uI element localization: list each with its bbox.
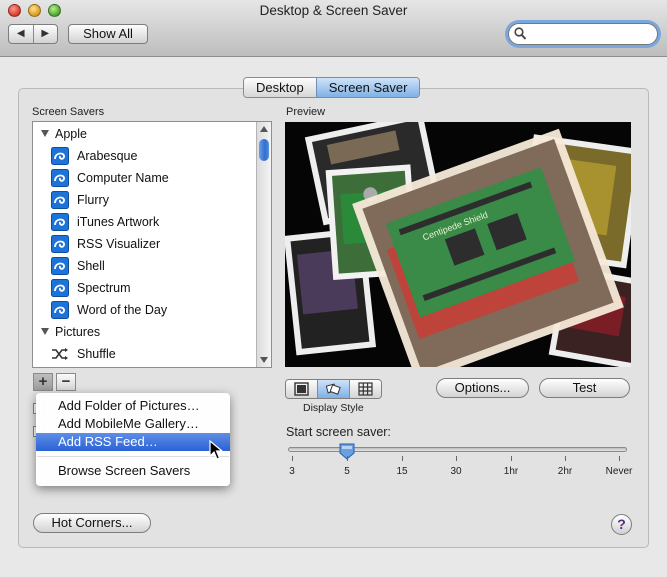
screen-saver-icon [51,300,69,319]
list-item[interactable]: Arabesque [33,145,271,167]
window-title: Desktop & Screen Saver [259,3,408,18]
list-scrollbar[interactable] [256,122,271,367]
slider-tick-label: 1hr [503,466,519,477]
tab-screen-saver[interactable]: Screen Saver [315,78,420,97]
search-icon [514,27,527,40]
display-style-slideshow[interactable] [286,380,317,398]
display-style-mosaic[interactable] [349,380,381,398]
menu-item-add-folder-of-pictures[interactable]: Add Folder of Pictures… [36,397,230,415]
back-forward-control: ◀ ▶ [8,24,58,44]
list-item[interactable]: iTunes Artwork [33,211,271,233]
list-item[interactable]: RSS Visualizer [33,233,271,255]
list-group-apple[interactable]: Apple [33,123,265,145]
list-item[interactable]: Word of the Day [33,299,271,321]
list-group-pictures[interactable]: Pictures [33,321,265,343]
slider-tick-label: 2hr [557,466,573,477]
collage-icon [326,383,341,395]
disclosure-triangle-icon[interactable] [41,328,49,336]
menu-item-add-mobileme-gallery[interactable]: Add MobileMe Gallery… [36,415,230,433]
forward-button[interactable]: ▶ [34,25,58,43]
disclosure-triangle-icon[interactable] [41,130,49,138]
remove-screen-saver-button[interactable]: − [56,373,76,391]
menu-item-browse-screen-savers[interactable]: Browse Screen Savers [36,462,230,480]
show-all-button[interactable]: Show All [68,24,148,44]
screen-saver-preview: Centipede Shield [285,122,631,367]
scroll-thumb[interactable] [259,139,269,161]
menu-separator [37,456,229,457]
screen-saver-list[interactable]: Apple Arabesque Computer Name Flurry iTu… [32,121,272,368]
slider-tick [456,456,457,461]
photo-collage-image: Centipede Shield [285,122,631,367]
slider-tick-label: 3 [289,466,295,477]
display-style-control [285,379,382,399]
slider-tick [292,456,293,461]
slider-tick-label: 30 [450,466,462,477]
start-screen-saver-label: Start screen saver: [286,425,391,439]
slider-tick-label: 15 [396,466,408,477]
tab-desktop[interactable]: Desktop [244,78,316,97]
list-item[interactable]: Flurry [33,189,271,211]
add-remove-controls: + − [33,373,76,391]
display-style-label: Display Style [303,402,364,414]
slider-tick [402,456,403,461]
search-input[interactable] [529,26,649,42]
scroll-down-arrow-icon[interactable] [260,357,268,363]
mosaic-icon [358,382,373,396]
test-button[interactable]: Test [539,378,630,398]
hot-corners-button[interactable]: Hot Corners... [33,513,151,533]
add-screen-saver-menu: Add Folder of Pictures… Add MobileMe Gal… [36,393,230,486]
screen-saver-icon [51,146,69,165]
options-button[interactable]: Options... [436,378,529,398]
search-field[interactable] [508,23,658,45]
list-item[interactable]: Computer Name [33,167,271,189]
preview-label: Preview [286,106,326,118]
pane-tabs: Desktop Screen Saver [243,77,421,98]
slideshow-icon [294,382,309,396]
scroll-up-arrow-icon[interactable] [260,126,268,132]
slider-tick [511,456,512,461]
menu-item-add-rss-feed[interactable]: Add RSS Feed… [36,433,230,451]
title-bar: Desktop & Screen Saver ◀ ▶ Show All [0,0,667,57]
back-button[interactable]: ◀ [9,25,34,43]
list-item[interactable]: Shell [33,255,271,277]
screen-saver-icon [51,256,69,275]
slider-tick [619,456,620,461]
slider-tick-label: Never [605,466,633,477]
list-item[interactable]: Shuffle [33,343,271,365]
shuffle-icon [52,347,68,360]
slider-tick [347,456,348,461]
list-item[interactable]: Spectrum [33,277,271,299]
screen-savers-label: Screen Savers [32,106,105,118]
screen-saver-icon [51,212,69,231]
slider-tick-label: 5 [344,466,350,477]
help-button[interactable]: ? [611,514,632,535]
mouse-cursor-icon [209,440,223,460]
slider-tick [565,456,566,461]
add-screen-saver-button[interactable]: + [33,373,53,391]
screen-saver-icon [51,278,69,297]
display-style-collage[interactable] [317,380,349,398]
screen-saver-icon [51,234,69,253]
screen-saver-icon [51,190,69,209]
screen-saver-icon [51,168,69,187]
